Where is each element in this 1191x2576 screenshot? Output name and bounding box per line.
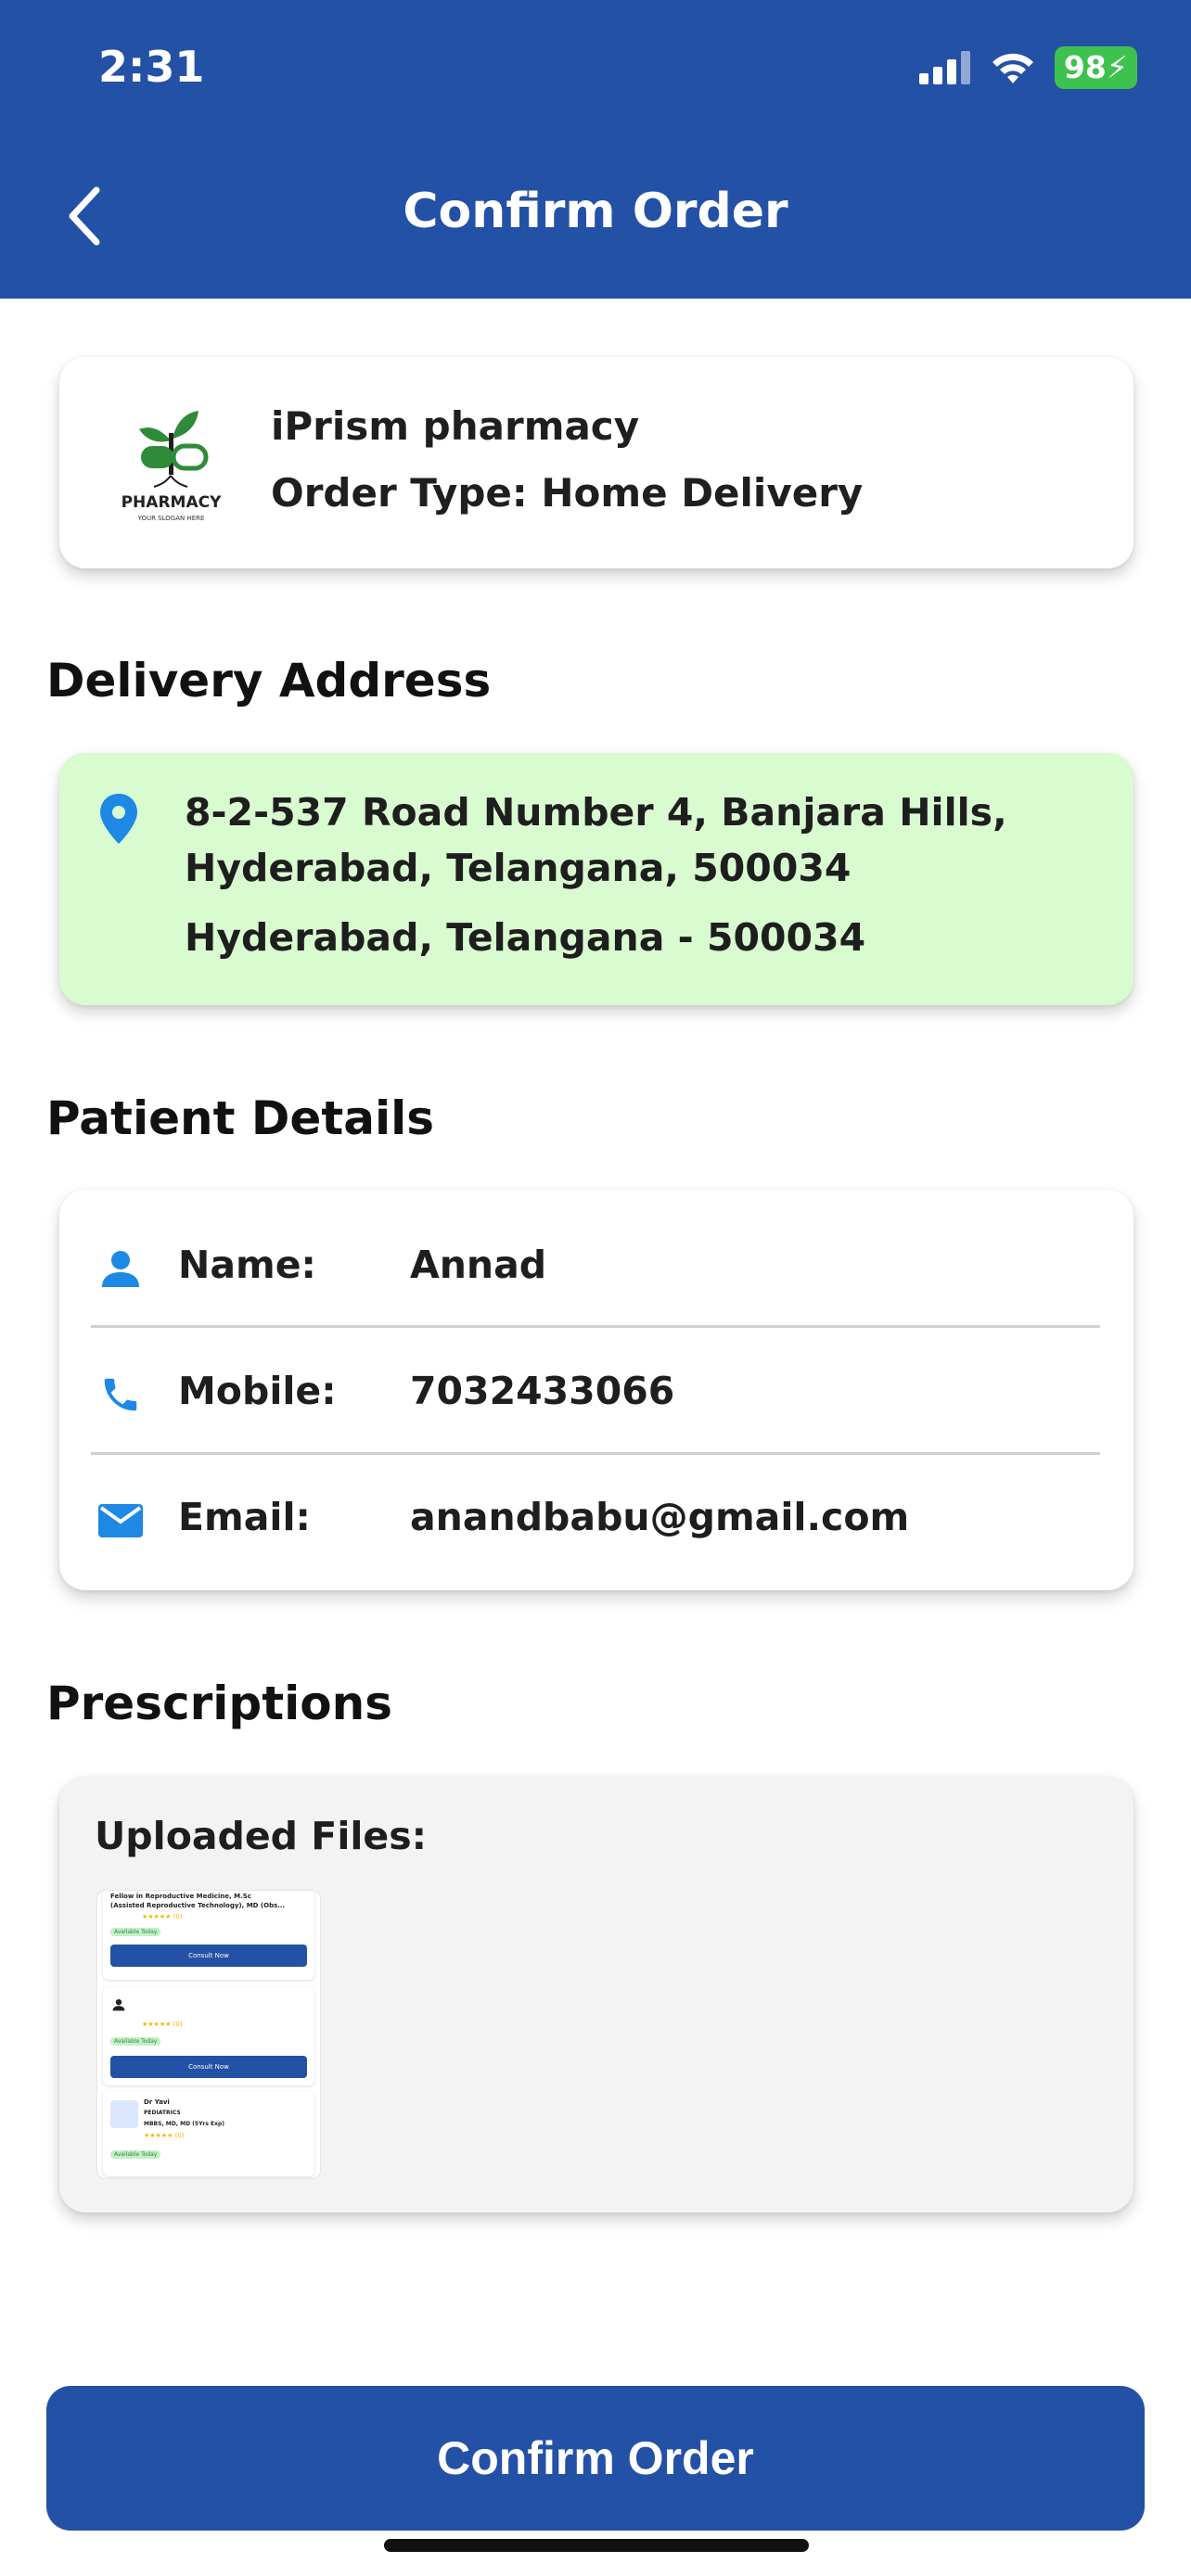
pharmacy-card: PHARMACY YOUR SLOGAN HERE iPrism pharmac… bbox=[59, 357, 1133, 568]
thumbnail-consult-button: Consult Now bbox=[110, 1945, 307, 1967]
thumbnail-text: Fellow in Reproductive Medicine, M.Sc bbox=[110, 1893, 251, 1900]
address-line-1: 8-2-537 Road Number 4, Banjara Hills, bbox=[185, 790, 1007, 835]
thumbnail-text: (Assisted Reproductive Technology), MD (… bbox=[110, 1902, 286, 1909]
address-card[interactable]: 8-2-537 Road Number 4, Banjara Hills, Hy… bbox=[59, 753, 1133, 1005]
thumbnail-available: Available Today bbox=[110, 2150, 161, 2159]
thumbnail-rating: ★★★★★ (0) bbox=[142, 2021, 183, 2028]
name-label: Name: bbox=[178, 1243, 316, 1287]
home-indicator bbox=[384, 2539, 809, 2552]
doctor-avatar bbox=[110, 2100, 138, 2128]
thumbnail-specialty: PEDIATRICS bbox=[144, 2110, 181, 2116]
patient-name-row: Name: Annad bbox=[95, 1231, 1098, 1306]
thumbnail-doctor: Dr Yavi bbox=[144, 2098, 170, 2106]
order-type: Order Type: Home Delivery bbox=[271, 470, 864, 516]
thumbnail-card: Fellow in Reproductive Medicine, M.Sc (A… bbox=[103, 1891, 314, 1980]
status-icons: 98⚡ bbox=[918, 46, 1137, 89]
thumbnail-available: Available Today bbox=[110, 2037, 161, 2046]
person-icon bbox=[112, 1998, 125, 2011]
delivery-address-heading: Delivery Address bbox=[46, 654, 492, 708]
thumbnail-card: ★★★★★ (0) Available Today Consult Now bbox=[103, 1987, 314, 2085]
pharmacy-logo-icon bbox=[139, 411, 209, 488]
pharmacy-logo: PHARMACY YOUR SLOGAN HERE bbox=[113, 394, 229, 533]
thumbnail-available: Available Today bbox=[110, 1928, 161, 1936]
patient-details-card: Name: Annad Mobile: 7032433066 Email: an… bbox=[59, 1190, 1133, 1590]
mobile-label: Mobile: bbox=[178, 1369, 337, 1413]
prescriptions-card: Uploaded Files: Fellow in Reproductive M… bbox=[59, 1777, 1133, 2213]
pharmacy-name: iPrism pharmacy bbox=[271, 403, 640, 449]
prescription-thumbnail[interactable]: Fellow in Reproductive Medicine, M.Sc (A… bbox=[96, 1890, 321, 2179]
thumbnail-consult-button: Consult Now bbox=[110, 2056, 307, 2078]
email-label: Email: bbox=[178, 1495, 311, 1539]
patient-mobile-row: Mobile: 7032433066 bbox=[95, 1358, 1098, 1432]
email-icon bbox=[95, 1495, 147, 1547]
logo-slogan: YOUR SLOGAN HERE bbox=[137, 515, 205, 522]
phone-icon bbox=[95, 1369, 147, 1421]
battery-indicator: 98⚡ bbox=[1054, 46, 1137, 89]
mobile-value: 7032433066 bbox=[410, 1369, 675, 1413]
location-pin-icon bbox=[100, 794, 137, 844]
divider bbox=[91, 1325, 1100, 1328]
confirm-order-button[interactable]: Confirm Order bbox=[46, 2386, 1145, 2531]
thumbnail-rating: ★★★★★ (0) bbox=[142, 1913, 183, 1920]
wifi-icon bbox=[992, 53, 1033, 83]
prescriptions-heading: Prescriptions bbox=[46, 1677, 392, 1730]
email-value: anandbabu@gmail.com bbox=[410, 1495, 910, 1539]
patient-details-heading: Patient Details bbox=[46, 1091, 434, 1145]
divider bbox=[91, 1452, 1100, 1455]
page-title: Confirm Order bbox=[403, 184, 788, 239]
thumbnail-card: Dr Yavi PEDIATRICS MBBS, MD, MD (5Yrs Ex… bbox=[103, 2091, 314, 2176]
uploaded-files-label: Uploaded Files: bbox=[95, 1814, 428, 1858]
app-header: 2:31 98⚡ Confirm Order bbox=[0, 0, 1191, 299]
thumbnail-qualification: MBBS, MD, MD (5Yrs Exp) bbox=[144, 2121, 225, 2127]
logo-text: PHARMACY bbox=[121, 493, 222, 512]
person-icon bbox=[95, 1243, 147, 1294]
thumbnail-rating: ★★★★★ (0) bbox=[144, 2132, 185, 2139]
signal-icon bbox=[918, 51, 970, 84]
patient-email-row: Email: anandbabu@gmail.com bbox=[95, 1484, 1098, 1558]
status-time: 2:31 bbox=[98, 42, 205, 92]
address-line-2: Hyderabad, Telangana, 500034 bbox=[185, 846, 852, 890]
name-value: Annad bbox=[410, 1243, 547, 1287]
address-line-3: Hyderabad, Telangana - 500034 bbox=[185, 915, 866, 960]
